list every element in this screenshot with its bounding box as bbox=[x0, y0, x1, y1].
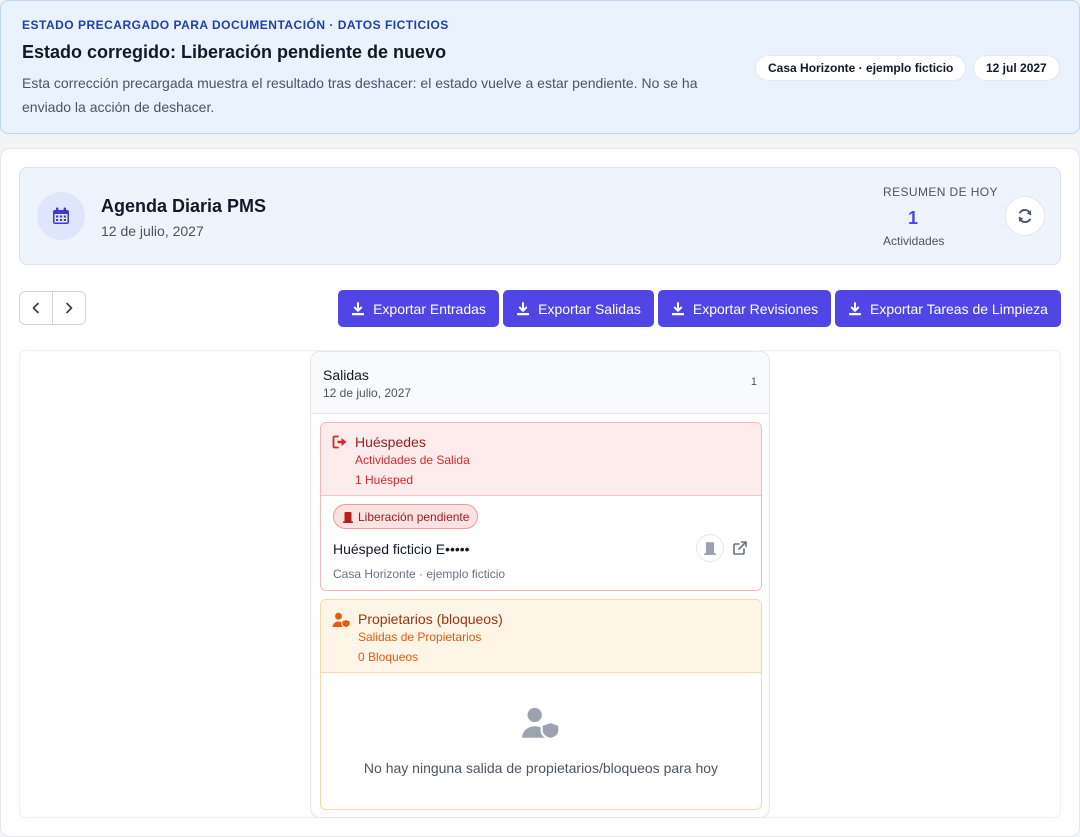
export-arrivals-button[interactable]: Exportar Entradas bbox=[338, 290, 499, 327]
next-day-button[interactable] bbox=[52, 292, 85, 324]
banner-description: Esta corrección precargada muestra el re… bbox=[22, 75, 698, 115]
status-label: Liberación pendiente bbox=[358, 509, 470, 524]
chevron-left-icon bbox=[32, 302, 39, 314]
column-date: 12 de julio, 2027 bbox=[323, 386, 412, 400]
summary-sub: Actividades bbox=[883, 234, 945, 248]
export-reviews-button[interactable]: Exportar Revisiones bbox=[658, 290, 831, 327]
guest-name: Huésped ficticio E••••• bbox=[333, 541, 470, 557]
column-count: 1 bbox=[750, 376, 757, 388]
page-date: 12 de julio, 2027 bbox=[101, 223, 204, 239]
user-shield-icon bbox=[522, 707, 561, 740]
column-header: Salidas 12 de julio, 2027 1 bbox=[311, 352, 769, 414]
previous-day-button[interactable] bbox=[20, 292, 52, 324]
export-departures-label: Exportar Salidas bbox=[538, 300, 641, 317]
documentation-banner: ESTADO PRECARGADO PARA DOCUMENTACIÓN · D… bbox=[0, 0, 1080, 134]
release-status-button[interactable] bbox=[696, 534, 724, 562]
download-icon bbox=[671, 301, 684, 315]
download-icon bbox=[352, 301, 365, 315]
banner-kicker: ESTADO PRECARGADO PARA DOCUMENTACIÓN · D… bbox=[22, 18, 449, 32]
refresh-icon bbox=[1018, 209, 1032, 223]
owners-empty-message: No hay ninguna salida de propietarios/bl… bbox=[363, 760, 719, 776]
summary-label: RESUMEN DE HOY bbox=[883, 185, 998, 199]
user-shield-icon bbox=[332, 612, 351, 628]
download-icon bbox=[849, 301, 862, 315]
door-icon bbox=[704, 542, 716, 555]
guests-section-header: Huéspedes Actividades de Salida 1 Huéspe… bbox=[321, 423, 761, 496]
date-navigation bbox=[19, 291, 86, 325]
date-pill: 12 jul 2027 bbox=[973, 55, 1060, 81]
export-reviews-label: Exportar Revisiones bbox=[692, 300, 819, 317]
download-icon bbox=[517, 301, 530, 315]
owners-section: Propietarios (bloqueos) Salidas de Propi… bbox=[320, 599, 762, 810]
owners-count: 0 Bloqueos bbox=[358, 650, 419, 664]
column-title: Salidas bbox=[323, 367, 369, 383]
guests-section: Huéspedes Actividades de Salida 1 Huéspe… bbox=[320, 422, 762, 591]
guests-title: Huéspedes bbox=[355, 434, 426, 450]
guest-property: Casa Horizonte · ejemplo ficticio bbox=[333, 567, 506, 581]
sign-out-icon bbox=[332, 435, 347, 449]
owners-subtitle: Salidas de Propietarios bbox=[358, 630, 482, 644]
export-cleaning-button[interactable]: Exportar Tareas de Limpieza bbox=[835, 290, 1061, 327]
export-departures-button[interactable]: Exportar Salidas bbox=[503, 290, 654, 327]
export-arrivals-label: Exportar Entradas bbox=[373, 300, 486, 317]
page-title: Agenda Diaria PMS bbox=[101, 196, 267, 216]
calendar-icon bbox=[37, 192, 85, 240]
refresh-button[interactable] bbox=[1005, 196, 1045, 236]
agenda-header: Agenda Diaria PMS 12 de julio, 2027 RESU… bbox=[19, 167, 1061, 265]
status-badge: Liberación pendiente bbox=[333, 504, 479, 529]
owners-section-header: Propietarios (bloqueos) Salidas de Propi… bbox=[321, 600, 761, 673]
guests-count: 1 Huésped bbox=[355, 473, 414, 487]
export-cleaning-label: Exportar Tareas de Limpieza bbox=[870, 300, 1048, 317]
guests-subtitle: Actividades de Salida bbox=[355, 453, 470, 467]
summary-count: 1 bbox=[907, 208, 918, 228]
chevron-right-icon bbox=[66, 302, 73, 314]
owners-title: Propietarios (bloqueos) bbox=[358, 611, 503, 627]
banner-title: Estado corregido: Liberación pendiente d… bbox=[22, 42, 447, 62]
door-icon bbox=[343, 511, 353, 523]
external-link-icon[interactable] bbox=[732, 540, 748, 556]
departures-column: Salidas 12 de julio, 2027 1 Huéspedes Ac… bbox=[310, 351, 770, 818]
property-pill: Casa Horizonte · ejemplo ficticio bbox=[755, 55, 967, 81]
